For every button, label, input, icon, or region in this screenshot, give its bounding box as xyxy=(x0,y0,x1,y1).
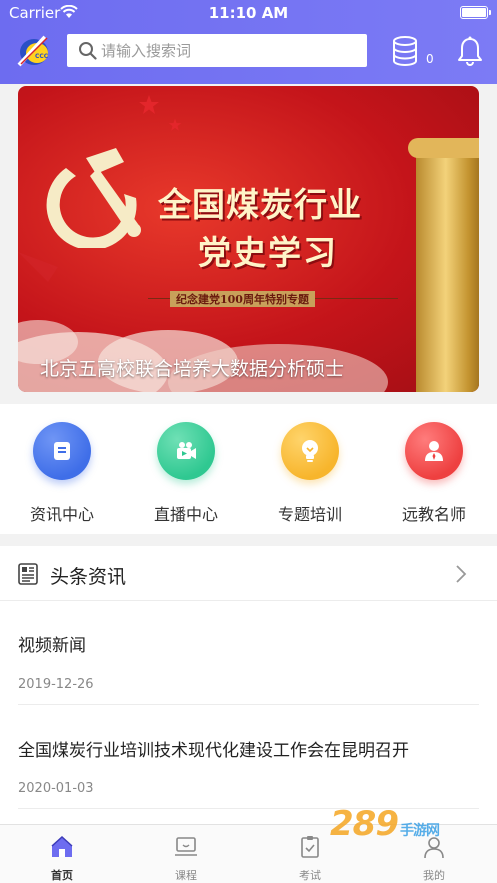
search-icon xyxy=(79,42,97,60)
promo-banner[interactable]: 全国煤炭行业 党史学习 纪念建党100周年特别专题 北京五高校联合培养大数据分析… xyxy=(18,86,479,392)
tab-label: 考试 xyxy=(299,869,321,882)
watermark-suffix: 手游网 xyxy=(399,823,440,839)
news-section-title: 头条资讯 xyxy=(50,566,127,588)
tab-label: 课程 xyxy=(175,869,197,882)
chevron-right-icon[interactable] xyxy=(454,564,468,584)
newspaper-icon xyxy=(18,563,38,585)
lightbulb-icon xyxy=(302,440,318,462)
watermark-main: 289 xyxy=(330,804,399,844)
quick-link-label: 资讯中心 xyxy=(29,505,94,524)
status-bar: Carrier 11:10 AM xyxy=(0,0,497,26)
teacher-icon xyxy=(425,441,443,461)
tab-label: 我的 xyxy=(423,869,445,882)
site-watermark: 289 手游网 xyxy=(330,804,440,844)
video-camera-icon xyxy=(177,442,196,459)
banner-subtitle: 纪念建党100周年特别专题 xyxy=(170,291,315,307)
star-icon xyxy=(168,118,182,131)
news-item-date: 2019-12-26 xyxy=(18,677,94,692)
quick-link-news-center[interactable]: 资讯中心 xyxy=(0,404,124,534)
huabiao-pillar xyxy=(408,138,479,392)
app-header: Carrier 11:10 AM CCC 0 xyxy=(0,0,497,84)
hammer-sickle-icon xyxy=(46,148,141,248)
clipboard-icon xyxy=(301,836,319,858)
news-item-title: 全国煤炭行业培训技术现代化建设工作会在昆明召开 xyxy=(18,741,409,761)
headline-news-section: 头条资讯 视频新闻 2019-12-26 全国煤炭行业培训技术现代化建设工作会在… xyxy=(0,546,497,824)
svg-text:CCC: CCC xyxy=(35,53,49,60)
news-item-title: 视频新闻 xyxy=(18,636,86,656)
tab-courses[interactable]: 课程 xyxy=(124,825,248,883)
tab-label: 首页 xyxy=(51,869,73,882)
document-icon xyxy=(54,442,70,460)
laptop-icon xyxy=(175,837,197,856)
coins-icon[interactable] xyxy=(392,36,418,66)
news-section-header[interactable]: 头条资讯 xyxy=(0,546,497,601)
banner-title-line2: 党史学习 xyxy=(198,233,338,272)
battery-icon xyxy=(460,6,491,19)
banner-title-line1: 全国煤炭行业 xyxy=(158,185,362,224)
quick-links-grid: 资讯中心 直播中心 专题培训 远教名师 xyxy=(0,404,497,534)
news-item-date: 2020-01-03 xyxy=(18,781,94,796)
notification-bell-icon[interactable] xyxy=(456,36,484,66)
status-time: 11:10 AM xyxy=(208,4,289,22)
coin-count: 0 xyxy=(426,52,434,66)
news-list-item[interactable]: 视频新闻 2019-12-26 xyxy=(18,601,479,705)
banner-caption: 北京五高校联合培养大数据分析硕士 xyxy=(40,358,345,380)
quick-link-famous-teachers[interactable]: 远教名师 xyxy=(372,404,496,534)
quick-link-live-center[interactable]: 直播中心 xyxy=(124,404,248,534)
quick-link-label: 直播中心 xyxy=(153,505,218,524)
quick-link-label: 专题培训 xyxy=(277,505,342,524)
search-bar[interactable] xyxy=(67,34,367,67)
star-icon xyxy=(139,95,159,114)
search-input[interactable] xyxy=(101,34,361,67)
home-icon xyxy=(51,835,73,857)
quick-link-special-training[interactable]: 专题培训 xyxy=(248,404,372,534)
app-logo[interactable]: CCC xyxy=(15,31,53,69)
tab-home[interactable]: 首页 xyxy=(0,825,124,883)
news-list-item[interactable]: 全国煤炭行业培训技术现代化建设工作会在昆明召开 2020-01-03 xyxy=(18,705,479,809)
quick-link-label: 远教名师 xyxy=(401,505,466,524)
